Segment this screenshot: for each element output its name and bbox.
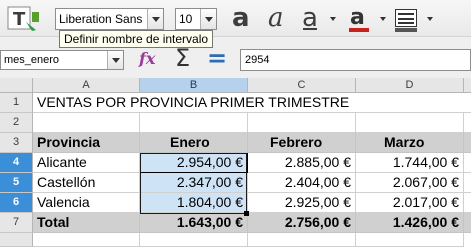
value-cell-febrero[interactable]: 2.885,00 € — [248, 153, 356, 173]
cell[interactable] — [33, 113, 140, 133]
cell[interactable] — [248, 113, 356, 133]
italic-icon[interactable]: a — [268, 3, 284, 33]
row-header[interactable]: 6 — [0, 193, 33, 213]
row-header[interactable]: 2 — [0, 113, 33, 133]
value-cell-marzo[interactable]: 2.017,00 € — [356, 193, 464, 213]
value-cell-enero[interactable]: 1.804,00 € — [140, 193, 248, 213]
styles-icon[interactable]: T — [6, 4, 44, 34]
select-all-corner[interactable] — [0, 78, 33, 93]
cell[interactable] — [356, 233, 464, 247]
row-header[interactable]: 7 — [0, 213, 33, 233]
row-header[interactable]: 5 — [0, 173, 33, 193]
cell[interactable] — [33, 233, 140, 247]
value-cell-marzo[interactable]: 1.744,00 € — [356, 153, 464, 173]
column-header-b[interactable]: B — [140, 78, 248, 93]
function-wizard-icon[interactable]: fx — [139, 49, 155, 68]
total-label-cell[interactable]: Total — [33, 213, 140, 233]
chevron-down-icon[interactable] — [330, 17, 336, 21]
chevron-down-icon[interactable] — [427, 17, 433, 21]
cell[interactable] — [464, 93, 471, 113]
cell[interactable] — [464, 173, 471, 193]
cell[interactable] — [464, 213, 471, 233]
row-header[interactable]: 3 — [0, 133, 33, 153]
value-cell-febrero[interactable]: 2.925,00 € — [248, 193, 356, 213]
province-cell[interactable]: Castellón — [33, 173, 140, 193]
province-cell[interactable]: Valencia — [33, 193, 140, 213]
cell[interactable] — [464, 133, 471, 153]
spreadsheet-grid: A B C D 1 2 3 4 5 6 7 VENTAS POR PROVINC… — [0, 78, 471, 247]
row-header[interactable]: 1 — [0, 93, 33, 113]
border-style-swatch — [395, 28, 417, 32]
chevron-down-icon[interactable] — [147, 9, 163, 29]
underline-icon[interactable]: a — [302, 3, 318, 33]
column-header-d[interactable]: D — [356, 78, 464, 93]
chevron-down-icon[interactable] — [380, 17, 386, 21]
font-size-value: 10 — [179, 12, 193, 26]
font-color-swatch — [349, 28, 369, 32]
header-cell-provincia[interactable]: Provincia — [33, 133, 140, 153]
total-cell-febrero[interactable]: 2.756,00 € — [248, 213, 356, 233]
name-box-value: mes_enero — [4, 54, 60, 66]
column-header-c[interactable]: C — [248, 78, 356, 93]
cell[interactable] — [140, 113, 248, 133]
header-cell-enero[interactable]: Enero — [140, 133, 248, 153]
fill-handle[interactable] — [244, 211, 249, 216]
province-cell[interactable]: Alicante — [33, 153, 140, 173]
bold-icon[interactable]: a — [232, 3, 250, 33]
value-cell-marzo[interactable]: 2.067,00 € — [356, 173, 464, 193]
sum-icon[interactable]: Σ — [175, 44, 190, 72]
formula-input[interactable]: 2954 — [240, 49, 471, 71]
formula-icon[interactable]: = — [207, 44, 227, 72]
svg-text:T: T — [13, 9, 26, 30]
font-name-combobox[interactable]: Liberation Sans — [55, 8, 164, 30]
value-cell-enero[interactable]: 2.954,00 € — [140, 153, 248, 173]
borders-icon[interactable] — [395, 9, 417, 27]
row-header[interactable] — [0, 233, 33, 247]
tooltip: Definir nombre de intervalo — [59, 30, 214, 48]
cell[interactable] — [464, 113, 471, 133]
cell[interactable] — [356, 113, 464, 133]
cell[interactable] — [464, 193, 471, 213]
cell[interactable] — [464, 153, 471, 173]
font-size-combobox[interactable]: 10 — [175, 8, 217, 30]
cell[interactable] — [140, 233, 248, 247]
chevron-down-icon[interactable] — [200, 9, 216, 29]
font-name-value: Liberation Sans — [59, 12, 143, 26]
name-box[interactable]: mes_enero — [0, 50, 124, 70]
header-cell-febrero[interactable]: Febrero — [248, 133, 356, 153]
chevron-down-icon[interactable] — [107, 51, 123, 69]
cell[interactable] — [248, 233, 356, 247]
row-header[interactable]: 4 — [0, 153, 33, 173]
value-cell-febrero[interactable]: 2.404,00 € — [248, 173, 356, 193]
header-cell-marzo[interactable]: Marzo — [356, 133, 464, 153]
column-header-a[interactable]: A — [33, 78, 140, 93]
total-cell-marzo[interactable]: 1.426,00 € — [356, 213, 464, 233]
total-cell-enero[interactable]: 1.643,00 € — [140, 213, 248, 233]
value-cell-enero[interactable]: 2.347,00 € — [140, 173, 248, 193]
sheet-title-cell[interactable]: VENTAS POR PROVINCIA PRIMER TRIMESTRE — [33, 93, 464, 113]
column-header-e[interactable] — [464, 78, 471, 93]
